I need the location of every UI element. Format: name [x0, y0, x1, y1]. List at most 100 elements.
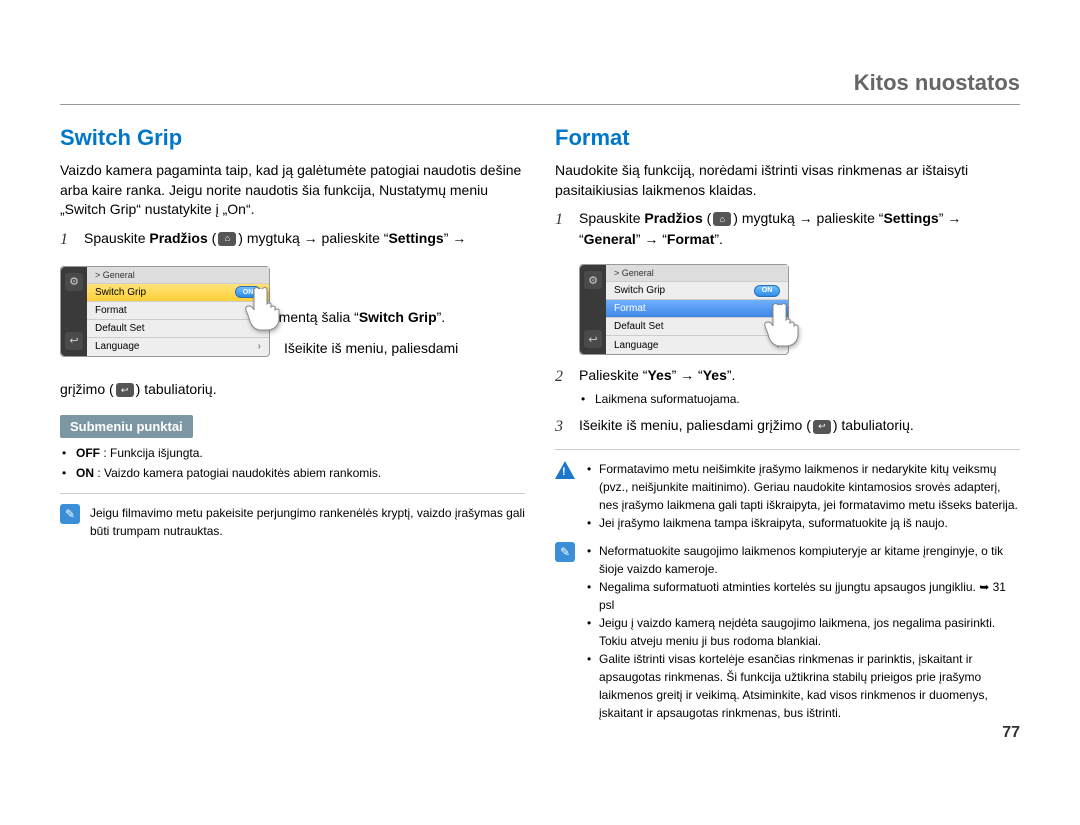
- back-icon: ↩: [584, 330, 602, 348]
- txt: Išeikite iš meniu, paliesdami grįžimo (: [579, 417, 811, 433]
- settings-panel-switch-grip: ⚙ ↩ > General Switch Grip ON Format › Def…: [60, 266, 270, 357]
- row-label: Switch Grip: [614, 285, 665, 296]
- row-switch-grip[interactable]: Switch Grip ON: [87, 284, 269, 302]
- row-label: Default Set: [614, 321, 663, 332]
- txt: ” → “: [636, 231, 667, 247]
- page-title: Kitos nuostatos: [60, 70, 1020, 105]
- step-body: Spauskite Pradžios () mygtuką → palieski…: [579, 208, 1020, 250]
- chevron-right-icon: ›: [258, 341, 261, 352]
- txt: Yes: [703, 367, 727, 383]
- row-default-set[interactable]: Default Set ›: [606, 318, 788, 336]
- txt: Pradžios: [644, 210, 702, 226]
- row-label: Switch Grip: [95, 287, 146, 298]
- row-language[interactable]: Language ›: [87, 338, 269, 356]
- row-label: Language: [95, 341, 140, 352]
- back-icon: ↩: [65, 332, 83, 350]
- warning-icon: [555, 460, 575, 480]
- txt: Spauskite: [84, 230, 149, 246]
- back-icon: [813, 420, 831, 434]
- warning-note: Formatavimo metu neišimkite įrašymo laik…: [555, 460, 1020, 532]
- txt: Settings: [388, 230, 443, 246]
- step-body: Išeikite iš meniu, paliesdami grįžimo ()…: [579, 415, 1020, 439]
- switch-grip-section: Switch Grip Vaizdo kamera pagaminta taip…: [60, 125, 525, 722]
- txt: Palieskite “: [579, 367, 647, 383]
- txt: : Vaizdo kamera patogiai naudokitės abie…: [94, 466, 381, 480]
- info-item: Negalima suformatuoti atminties kortelės…: [599, 578, 1020, 614]
- step-2-left: elementą šalia “Switch Grip”.: [260, 307, 525, 328]
- row-switch-grip[interactable]: Switch Grip ON: [606, 282, 788, 300]
- step-body: Palieskite “Yes” → “Yes”. Laikmena sufor…: [579, 365, 1020, 409]
- txt: Switch Grip: [359, 309, 437, 325]
- txt: ON: [76, 466, 94, 480]
- back-icon: [116, 383, 134, 397]
- step-num: 2: [555, 365, 569, 409]
- format-section: Format Naudokite šią funkciją, norėdami …: [555, 125, 1020, 722]
- format-intro: Naudokite šią funkciją, norėdami ištrint…: [555, 161, 1020, 200]
- txt: ”.: [714, 231, 723, 247]
- breadcrumb: > General: [606, 265, 788, 282]
- row-language[interactable]: Language ›: [606, 336, 788, 354]
- txt: ”.: [727, 367, 736, 383]
- chevron-right-icon: ›: [258, 323, 261, 334]
- step-1-left: 1 Spauskite Pradžios () mygtuką → palies…: [60, 228, 525, 252]
- row-label: Language: [614, 340, 659, 351]
- note-body: Jeigu filmavimo metu pakeisite perjungim…: [90, 504, 525, 540]
- home-icon: [713, 212, 731, 226]
- info-note-left: ✎ Jeigu filmavimo metu pakeisite perjung…: [60, 504, 525, 540]
- switch-grip-heading: Switch Grip: [60, 125, 525, 151]
- chevron-right-icon: ›: [258, 305, 261, 316]
- gear-icon: ⚙: [65, 273, 83, 291]
- row-label: Format: [95, 305, 127, 316]
- step-body: Išeikite iš meniu, paliesdami: [284, 338, 525, 362]
- txt: ” →: [444, 230, 467, 246]
- step-1-right: 1 Spauskite Pradžios () mygtuką → palies…: [555, 208, 1020, 250]
- toggle-on[interactable]: ON: [754, 285, 780, 297]
- txt: mygtuką → palieskite “: [243, 230, 389, 246]
- chevron-right-icon: ›: [777, 340, 780, 351]
- row-format[interactable]: Format›: [606, 300, 788, 318]
- row-format[interactable]: Format ›: [87, 302, 269, 320]
- info-icon: ✎: [555, 542, 575, 562]
- submenu-item-on: ON : Vaizdo kamera patogiai naudokitės a…: [74, 464, 525, 483]
- home-icon: [218, 232, 236, 246]
- step-2-right: 2 Palieskite “Yes” → “Yes”. Laikmena suf…: [555, 365, 1020, 409]
- chevron-right-icon: ›: [777, 303, 780, 314]
- info-note-right: ✎ Neformatuokite saugojimo laikmenos kom…: [555, 542, 1020, 722]
- step-3b-left: grįžimo ( ) tabuliatorių.: [60, 380, 525, 400]
- row-label: Default Set: [95, 323, 144, 334]
- step-body: Spauskite Pradžios () mygtuką → palieski…: [84, 228, 525, 252]
- txt: grįžimo (: [60, 381, 114, 397]
- page-number: 77: [1002, 724, 1020, 742]
- step-body: elementą šalia “Switch Grip”.: [260, 307, 525, 328]
- txt: ”.: [437, 309, 446, 325]
- txt: Settings: [883, 210, 938, 226]
- txt: General: [584, 231, 636, 247]
- settings-panel-format: ⚙ ↩ > General Switch Grip ON Format› Def…: [579, 264, 789, 355]
- info-item: Galite ištrinti visas kortelėje esančias…: [599, 650, 1020, 722]
- step-2b-right: Laikmena suformatuojama.: [593, 390, 1020, 409]
- info-item: Neformatuokite saugojimo laikmenos kompi…: [599, 542, 1020, 578]
- txt: : Funkcija išjungta.: [100, 446, 203, 460]
- txt: Format: [667, 231, 714, 247]
- submenu-list: OFF : Funkcija išjungta. ON : Vaizdo kam…: [60, 444, 525, 482]
- breadcrumb: > General: [87, 267, 269, 284]
- format-heading: Format: [555, 125, 1020, 151]
- txt: mygtuką → palieskite “: [738, 210, 884, 226]
- step-num: 3: [555, 415, 569, 439]
- warn-item: Formatavimo metu neišimkite įrašymo laik…: [599, 460, 1020, 514]
- row-default-set[interactable]: Default Set ›: [87, 320, 269, 338]
- txt: Spauskite: [579, 210, 644, 226]
- warn-item: Jei įrašymo laikmena tampa iškraipyta, s…: [599, 514, 1020, 532]
- submenu-bar: Submeniu punktai: [60, 415, 193, 438]
- txt: ” → “: [672, 367, 703, 383]
- txt: elementą šalia “: [260, 309, 359, 325]
- info-item: Jeigu į vaizdo kamerą neįdėta saugojimo …: [599, 614, 1020, 650]
- step-3-right: 3 Išeikite iš meniu, paliesdami grįžimo …: [555, 415, 1020, 439]
- txt: ) tabuliatorių.: [136, 381, 217, 397]
- submenu-item-off: OFF : Funkcija išjungta.: [74, 444, 525, 463]
- toggle-on[interactable]: ON: [235, 286, 261, 298]
- txt: OFF: [76, 446, 100, 460]
- gear-icon: ⚙: [584, 271, 602, 289]
- txt: Pradžios: [149, 230, 207, 246]
- chevron-right-icon: ›: [777, 321, 780, 332]
